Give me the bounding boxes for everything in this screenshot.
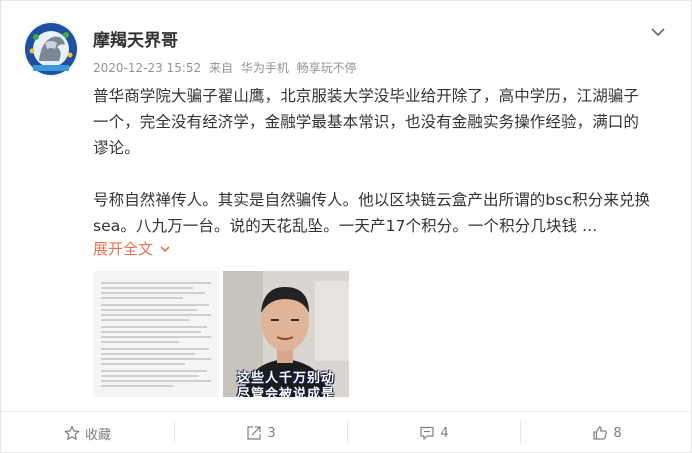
author-name[interactable]: 摩羯天界哥 — [93, 26, 178, 51]
video-caption-line: 尽管会被说成是 — [237, 387, 336, 397]
repost-icon — [247, 426, 261, 440]
comment-icon — [420, 426, 434, 440]
post-device[interactable]: 华为手机 — [241, 61, 289, 75]
post-body: 普华商学院大骗子翟山鹰，北京服装大学没毕业给开除了，高中学历，江湖骗子 一个，完… — [93, 83, 673, 239]
post-text-line: 号称自然禅传人。其实是自然骗传人。他以区块链云盒产出所谓的bsc积分来兑换 — [93, 191, 651, 209]
comment-button[interactable]: 4 — [348, 413, 520, 453]
post-meta: 2020-12-23 15:52 来自 华为手机 畅享玩不停 — [93, 59, 361, 76]
chevron-down-icon[interactable] — [649, 23, 667, 41]
expand-label: 展开全文 — [93, 240, 154, 258]
post-text-line: 一个，完全没有经济学，金融学最基本常识，也没有金融实务操作经验，满口的 — [93, 113, 640, 131]
post-device-tagline: 畅享玩不停 — [296, 61, 357, 75]
post-text-line: 谬论。 — [93, 139, 140, 157]
favorite-label: 收藏 — [84, 427, 111, 443]
post-timestamp[interactable]: 2020-12-23 15:52 — [93, 61, 201, 75]
thumbs-up-icon — [593, 426, 608, 440]
weibo-post-card: 摩羯天界哥 2020-12-23 15:52 来自 华为手机 畅享玩不停 普华商… — [0, 0, 692, 453]
avatar[interactable] — [23, 21, 79, 77]
post-source-prefix: 来自 — [208, 61, 233, 75]
post-image-document[interactable] — [93, 271, 219, 397]
like-button[interactable]: 8 — [521, 413, 692, 453]
repost-button[interactable]: 3 — [175, 413, 347, 453]
comment-count: 4 — [440, 425, 449, 441]
star-icon — [64, 425, 80, 440]
expand-full-text-link[interactable]: 展开全文 — [93, 238, 171, 259]
document-screenshot-image — [93, 271, 219, 397]
post-text-line: 普华商学院大骗子翟山鹰，北京服装大学没毕业给开除了，高中学历，江湖骗子 — [93, 87, 640, 105]
repost-count: 3 — [267, 425, 276, 441]
like-count: 8 — [613, 425, 622, 441]
chevron-down-icon — [160, 245, 170, 252]
avatar-image — [23, 21, 79, 77]
action-bar-divider — [1, 411, 692, 412]
favorite-button[interactable]: 收藏 — [1, 413, 174, 453]
post-text-line: sea。八九万一台。说的天花乱坠。一天产17个积分。一个积分几块钱 ... — [93, 217, 598, 235]
post-image-video-frame[interactable]: 这些人千万别动 尽管会被说成是 — [223, 271, 349, 397]
